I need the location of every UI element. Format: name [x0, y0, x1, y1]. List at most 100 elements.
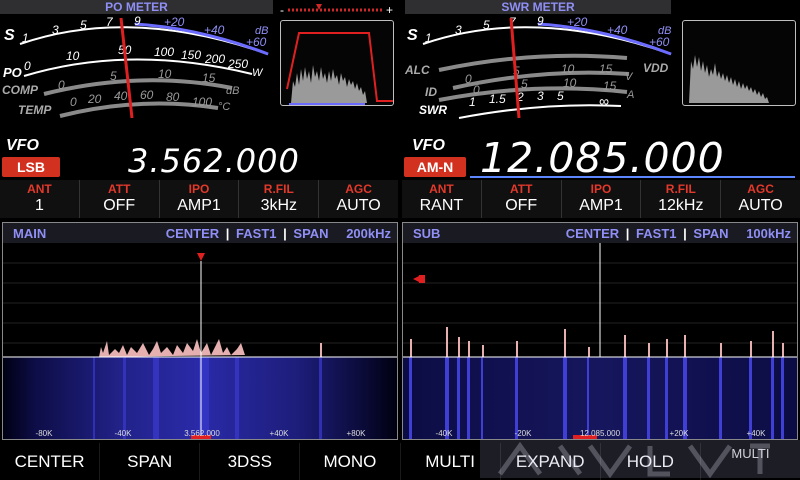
sub-meter: S 1 3 5 7 9 +20 +40 dB +60 ALC 0 5 10 15… [404, 14, 672, 119]
main-scope-speed[interactable]: FAST1 [236, 226, 276, 241]
sub-param-att[interactable]: ATT OFF [482, 180, 562, 218]
sub-param-ipo[interactable]: IPO AMP1 [562, 180, 642, 218]
sub-alc-label: ALC [404, 63, 430, 77]
sub-swr-tick: ∞ [599, 93, 609, 109]
expand-button[interactable]: EXPAND [501, 443, 601, 480]
main-scope-span-label: SPAN [293, 226, 329, 241]
main-comp-label: COMP [2, 83, 39, 97]
multi-button-2[interactable]: MULTI [701, 443, 800, 480]
param-value: RANT [419, 197, 464, 214]
separator: | [683, 226, 687, 241]
main-meter-title: PO METER [0, 0, 273, 14]
main-param-rfil[interactable]: R.FIL 3kHz [239, 180, 320, 218]
param-key: ATT [107, 182, 131, 196]
main-vfo-label: VFO [6, 137, 39, 154]
main-s-tick: 9 [134, 14, 141, 28]
main-params-strip: ANT 1 ATT OFF IPO AMP1 R.FIL 3kHz AGC AUTO [0, 180, 398, 218]
param-key: ANT [429, 182, 454, 196]
sub-param-rfil[interactable]: R.FIL 12kHz [641, 180, 722, 218]
sub-vdd-tick: 0 [465, 72, 472, 86]
param-key: R.FIL [665, 182, 696, 196]
param-value: 1 [34, 197, 44, 214]
sub-scope-span-label: SPAN [693, 226, 729, 241]
scale-label: +40K [746, 429, 766, 438]
span-button[interactable]: SPAN [100, 443, 201, 480]
sub-swr-tick: 5 [557, 89, 564, 103]
main-po-tick: 100 [154, 45, 174, 59]
param-value: AUTO [738, 197, 783, 214]
scale-label: 12.085.000 [579, 429, 621, 438]
tx-monitor-display [280, 20, 394, 106]
sub-id-tick: 5 [521, 77, 528, 91]
sub-vdd-label: VDD [643, 61, 669, 75]
main-temp-tick: 60 [140, 88, 154, 102]
3dss-button[interactable]: 3DSS [200, 443, 301, 480]
param-key: AGC [747, 182, 774, 196]
scale-label: +20K [669, 429, 689, 438]
param-value: AMP1 [579, 197, 623, 214]
sub-scope-span[interactable]: 100kHz [746, 226, 791, 241]
main-scope-scale: -80K -40K 3.562.000 +40K +80K [2, 429, 398, 441]
main-frequency[interactable]: 3.562.000 [128, 142, 300, 180]
sub-frequency[interactable]: 12.085.000 [480, 134, 725, 182]
main-scope[interactable]: MAIN CENTER | FAST1 | SPAN 200kHz [2, 222, 398, 440]
main-comp-tick: 15 [202, 71, 216, 85]
center-button[interactable]: CENTER [0, 443, 101, 480]
main-scope-mode[interactable]: CENTER [166, 226, 219, 241]
sub-vdd-tick: 15 [599, 62, 613, 76]
sub-scope-scale: -40K -20K 12.085.000 +20K +40K [402, 429, 798, 441]
main-s-tick: +40 [204, 23, 225, 37]
sub-scope[interactable]: SUB CENTER | FAST1 | SPAN 100kHz [402, 222, 798, 440]
param-key: ANT [27, 182, 52, 196]
main-param-ant[interactable]: ANT 1 [0, 180, 80, 218]
sub-mode-badge[interactable]: AM-N [404, 157, 466, 177]
main-param-agc[interactable]: AGC AUTO [319, 180, 398, 218]
sub-param-agc[interactable]: AGC AUTO [721, 180, 800, 218]
main-po-label: PO [3, 65, 22, 80]
sub-s-tick: +60 [649, 35, 670, 49]
main-param-att[interactable]: ATT OFF [80, 180, 160, 218]
sub-s-tick: 3 [455, 23, 462, 37]
mono-button[interactable]: MONO [300, 443, 401, 480]
sub-spectrum-waterfall [403, 243, 797, 439]
main-temp-tick: 40 [114, 89, 128, 103]
sub-id-tick: 15 [603, 79, 617, 93]
main-s-tick: +20 [164, 15, 185, 29]
main-scope-header: MAIN CENTER | FAST1 | SPAN 200kHz [3, 223, 397, 243]
sub-vfo-label: VFO [412, 137, 445, 154]
main-po-tick: 200 [204, 52, 225, 66]
param-value: OFF [103, 197, 136, 214]
main-s-tick: 3 [52, 23, 59, 37]
sub-id-tick: 10 [563, 76, 577, 90]
scale-label: +80K [346, 429, 366, 438]
sub-scope-speed[interactable]: FAST1 [636, 226, 676, 241]
hold-button[interactable]: HOLD [601, 443, 701, 480]
param-key: R.FIL [263, 182, 294, 196]
main-scope-span[interactable]: 200kHz [346, 226, 391, 241]
param-key: IPO [590, 182, 612, 196]
param-key: IPO [188, 182, 210, 196]
sub-param-ant[interactable]: ANT RANT [402, 180, 482, 218]
scale-label: -40K [435, 429, 453, 438]
main-po-tick: 150 [181, 48, 201, 62]
sub-s-tick: 9 [537, 14, 544, 28]
sub-id-unit: A [626, 89, 634, 101]
sub-frequency-underline [470, 176, 795, 178]
main-comp-tick: 10 [158, 67, 172, 81]
sub-scope-settings: CENTER | FAST1 | SPAN 100kHz [563, 226, 791, 241]
sub-scope-mode[interactable]: CENTER [566, 226, 619, 241]
separator: | [283, 226, 287, 241]
main-scope-settings: CENTER | FAST1 | SPAN 200kHz [163, 226, 391, 241]
main-param-ipo[interactable]: IPO AMP1 [160, 180, 240, 218]
sub-swr-tick: 1.5 [489, 92, 506, 106]
param-value: OFF [505, 197, 538, 214]
multi-button[interactable]: MULTI [401, 443, 501, 480]
main-mode-badge[interactable]: LSB [2, 157, 60, 177]
scale-label: -40K [114, 429, 132, 438]
main-po-unit: W [252, 67, 264, 79]
main-comp-unit: dB [226, 85, 239, 97]
separator: | [225, 226, 230, 241]
main-temp-tick: 100 [192, 95, 212, 109]
sub-id-label: ID [425, 85, 437, 99]
sub-swr-tick: 3 [537, 89, 544, 103]
